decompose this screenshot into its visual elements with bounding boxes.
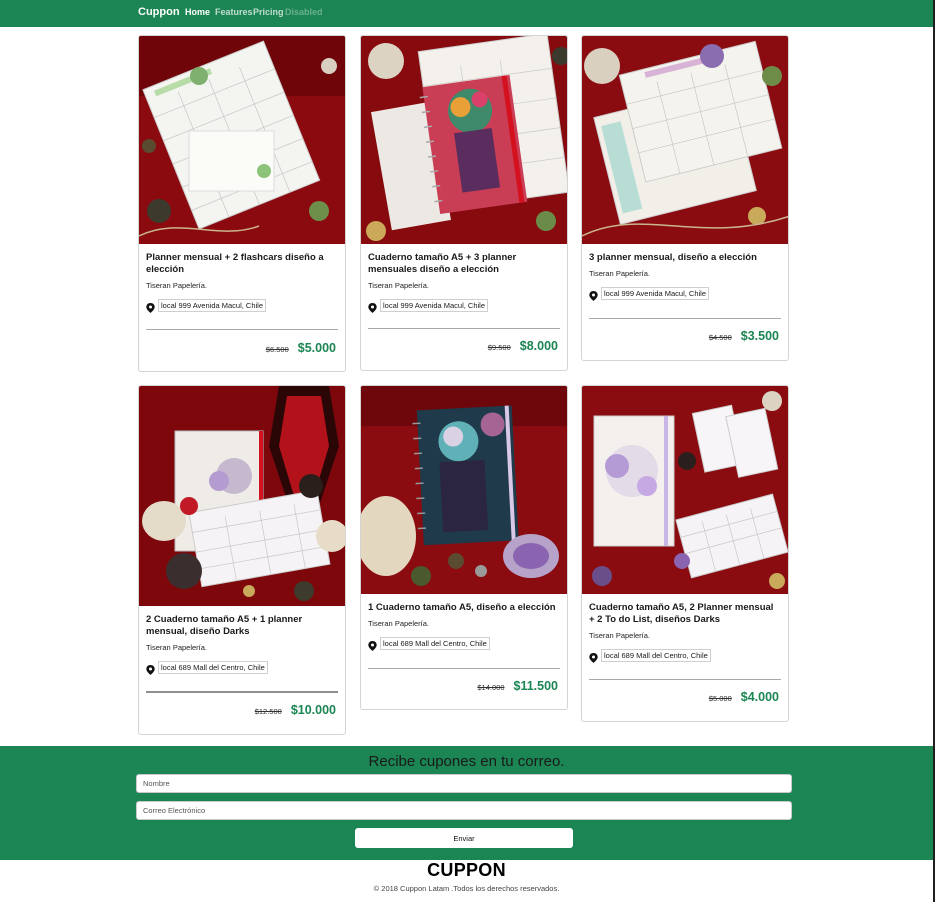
location-text: local 689 Mall del Centro, Chile [380,637,490,650]
price-row: $6.500 $5.000 [266,341,336,355]
price-row: $4.500 $3.500 [709,329,779,343]
newsletter-section: Recibe cupones en tu correo. Enviar [0,746,933,860]
product-card[interactable]: 1 Cuaderno tamaño A5, diseño a elección … [360,385,568,710]
map-pin-icon [589,653,598,663]
product-image[interactable] [582,386,789,594]
store-name: Tiseran Papelería. [368,281,430,290]
brand-link[interactable]: Cuppon [138,6,180,18]
product-image[interactable] [139,386,346,606]
product-title[interactable]: Cuaderno tamaño A5, 2 Planner mensual + … [589,594,781,626]
store-name: Tiseran Papelería. [589,269,651,278]
product-card[interactable]: Cuaderno tamaño A5, 2 Planner mensual + … [581,385,789,722]
price-row: $12.500 $10.000 [255,703,336,717]
new-price: $5.000 [297,341,336,355]
card-divider [368,668,560,669]
email-input[interactable] [136,801,792,820]
location-row: local 999 Avenida Macul, Chile [368,299,560,313]
store-name: Tiseran Papelería. [589,631,651,640]
old-price: $9.500 [487,343,511,352]
product-card[interactable]: Cuaderno tamaño A5 + 3 planner mensuales… [360,35,568,371]
location-text: local 999 Avenida Macul, Chile [380,299,489,312]
product-image[interactable] [361,386,568,594]
top-navbar: Cuppon Home Features Pricing Disabled [0,0,933,27]
card-divider [146,329,338,330]
location-text: local 999 Avenida Macul, Chile [601,287,710,300]
footer-logo: CUPPON [427,860,506,880]
product-title[interactable]: Cuaderno tamaño A5 + 3 planner mensuales… [368,244,560,276]
store-name: Tiseran Papelería. [368,619,430,628]
card-divider [589,318,781,319]
location-row: local 999 Avenida Macul, Chile [589,287,781,301]
price-row: $14.000 $11.500 [477,679,558,693]
store-name: Tiseran Papelería. [146,281,208,290]
product-image[interactable] [361,36,568,244]
location-text: local 689 Mall del Centro, Chile [158,661,268,674]
product-image[interactable] [139,36,346,244]
map-pin-icon [368,641,377,651]
price-row: $9.500 $8.000 [488,339,558,353]
product-image[interactable] [582,36,789,244]
product-title[interactable]: 3 planner mensual, diseño a elección [589,244,781,264]
product-card[interactable]: 3 planner mensual, diseño a elección Tis… [581,35,789,361]
map-pin-icon [589,291,598,301]
old-price: $6.500 [265,345,289,354]
card-body: Cuaderno tamaño A5, 2 Planner mensual + … [582,594,788,663]
footer-copyright: © 2018 Cuppon Latam .Todos los derechos … [373,884,560,893]
card-divider [589,679,781,680]
card-divider [146,691,338,693]
old-price: $4.500 [708,333,732,342]
old-price: $14.000 [477,683,505,692]
map-pin-icon [146,303,155,313]
card-body: 3 planner mensual, diseño a elección Tis… [582,244,788,301]
product-card[interactable]: 2 Cuaderno tamaño A5 + 1 planner mensual… [138,385,346,735]
map-pin-icon [146,665,155,675]
new-price: $11.500 [513,679,559,693]
card-body: Cuaderno tamaño A5 + 3 planner mensuales… [361,244,567,313]
store-name: Tiseran Papelería. [146,643,208,652]
card-body: 1 Cuaderno tamaño A5, diseño a elección … [361,594,567,651]
card-body: 2 Cuaderno tamaño A5 + 1 planner mensual… [139,606,345,675]
product-title[interactable]: 1 Cuaderno tamaño A5, diseño a elección [368,594,560,614]
nav-disabled-link: Disabled [285,7,323,17]
location-row: local 999 Avenida Macul, Chile [146,299,338,313]
location-row: local 689 Mall del Centro, Chile [368,637,560,651]
product-title[interactable]: 2 Cuaderno tamaño A5 + 1 planner mensual… [146,606,338,638]
product-title[interactable]: Planner mensual + 2 flashcars diseño a e… [146,244,338,276]
product-card[interactable]: Planner mensual + 2 flashcars diseño a e… [138,35,346,372]
location-text: local 999 Avenida Macul, Chile [158,299,267,312]
new-price: $4.000 [740,690,779,704]
card-body: Planner mensual + 2 flashcars diseño a e… [139,244,345,313]
location-text: local 689 Mall del Centro, Chile [601,649,711,662]
nav-home-link[interactable]: Home [185,7,210,17]
new-price: $8.000 [519,339,558,353]
new-price: $3.500 [740,329,779,343]
submit-button[interactable]: Enviar [355,828,573,848]
page: Cuppon Home Features Pricing Disabled Pl… [0,0,935,902]
name-input[interactable] [136,774,792,793]
nav-features-link[interactable]: Features [215,7,253,17]
new-price: $10.000 [290,703,336,717]
old-price: $12.500 [254,707,282,716]
nav-pricing-link[interactable]: Pricing [253,7,284,17]
old-price: $5.000 [708,694,732,703]
newsletter-title: Recibe cupones en tu correo. [368,753,565,770]
location-row: local 689 Mall del Centro, Chile [146,661,338,675]
card-divider [368,328,560,329]
location-row: local 689 Mall del Centro, Chile [589,649,781,663]
price-row: $5.000 $4.000 [709,690,779,704]
map-pin-icon [368,303,377,313]
